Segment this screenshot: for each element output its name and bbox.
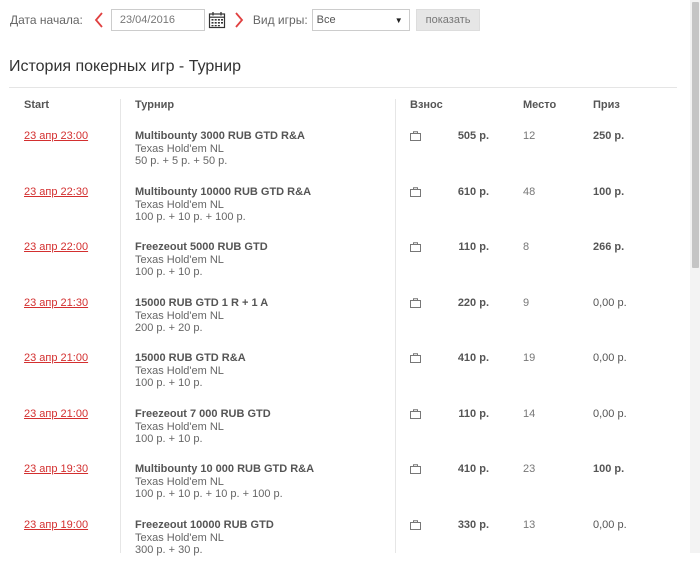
game-type-select[interactable]: Все ▼: [312, 9, 410, 31]
place-value: 14: [523, 408, 535, 420]
prize-amount: 266 р.: [593, 241, 624, 253]
buyin-amount: 505 р.: [436, 130, 489, 142]
game-type: Texas Hold'em NL: [135, 199, 224, 211]
start-date-label: Дата начала:: [10, 13, 83, 27]
fee-breakdown: 100 р. + 10 р.: [135, 266, 203, 278]
tournament-name: Multibounty 10000 RUB GTD R&A: [135, 186, 311, 198]
fee-breakdown: 100 р. + 10 р.: [135, 433, 203, 445]
game-type: Texas Hold'em NL: [135, 365, 224, 377]
table-row: 23 апр 21:00 15000 RUB GTD R&ATexas Hold'…: [0, 345, 690, 401]
buyin-bag-icon: [410, 520, 421, 530]
calendar-icon[interactable]: [207, 9, 227, 31]
table-row: 23 апр 21:00 Freezeout 7 000 RUB GTDTexas…: [0, 401, 690, 457]
game-type-value: Все: [317, 14, 336, 26]
fee-breakdown: 100 р. + 10 р. + 10 р. + 100 р.: [135, 488, 283, 500]
buyin-amount: 410 р.: [436, 463, 489, 475]
chevron-right-icon[interactable]: [229, 9, 249, 31]
place-value: 13: [523, 519, 535, 531]
column-header-start: Start: [24, 99, 49, 111]
tournament-name: 15000 RUB GTD 1 R + 1 A: [135, 297, 268, 309]
game-type: Texas Hold'em NL: [135, 143, 224, 155]
start-time-link[interactable]: 23 апр 22:30: [24, 186, 88, 198]
tournament-list: 23 апр 23:00 Multibounty 3000 RUB GTD R&A…: [0, 123, 690, 567]
buyin-amount: 330 р.: [436, 519, 489, 531]
fee-breakdown: 100 р. + 10 р.: [135, 377, 203, 389]
place-value: 9: [523, 297, 529, 309]
scrollbar-thumb[interactable]: [692, 2, 699, 268]
start-date-input[interactable]: [111, 9, 205, 31]
filter-bar: Дата начала: Вид игры: Все ▼ показать: [10, 8, 480, 32]
start-time-link[interactable]: 23 апр 21:00: [24, 352, 88, 364]
prize-amount: 0,00 р.: [593, 408, 627, 420]
title-divider: [9, 87, 677, 88]
column-header-buyin: Взнос: [410, 99, 443, 111]
tournament-name: Freezeout 7 000 RUB GTD: [135, 408, 271, 420]
table-row: 23 апр 19:00 Freezeout 10000 RUB GTDTexas…: [0, 512, 690, 567]
place-value: 8: [523, 241, 529, 253]
buyin-amount: 410 р.: [436, 352, 489, 364]
place-value: 12: [523, 130, 535, 142]
table-row: 23 апр 19:30 Multibounty 10 000 RUB GTD R…: [0, 456, 690, 512]
buyin-bag-icon: [410, 464, 421, 474]
prize-amount: 250 р.: [593, 130, 624, 142]
page-title: История покерных игр - Турнир: [9, 58, 241, 76]
buyin-amount: 220 р.: [436, 297, 489, 309]
buyin-amount: 610 р.: [436, 186, 489, 198]
buyin-amount: 110 р.: [436, 241, 489, 253]
game-type: Texas Hold'em NL: [135, 310, 224, 322]
tournament-name: Multibounty 10 000 RUB GTD R&A: [135, 463, 314, 475]
prize-amount: 0,00 р.: [593, 519, 627, 531]
table-row: 23 апр 21:30 15000 RUB GTD 1 R + 1 ATexas…: [0, 290, 690, 346]
game-type: Texas Hold'em NL: [135, 254, 224, 266]
show-button[interactable]: показать: [416, 9, 481, 31]
table-row: 23 апр 23:00 Multibounty 3000 RUB GTD R&A…: [0, 123, 690, 179]
start-time-link[interactable]: 23 апр 19:00: [24, 519, 88, 531]
chevron-left-icon[interactable]: [89, 9, 109, 31]
prize-amount: 100 р.: [593, 463, 624, 475]
prize-amount: 0,00 р.: [593, 352, 627, 364]
buyin-bag-icon: [410, 298, 421, 308]
fee-breakdown: 50 р. + 5 р. + 50 р.: [135, 155, 227, 167]
table-row: 23 апр 22:30 Multibounty 10000 RUB GTD R&…: [0, 179, 690, 235]
fee-breakdown: 200 р. + 20 р.: [135, 322, 203, 334]
game-type: Texas Hold'em NL: [135, 421, 224, 433]
table-header: Start Турнир Взнос Место Приз: [0, 99, 690, 113]
game-type: Texas Hold'em NL: [135, 476, 224, 488]
buyin-bag-icon: [410, 187, 421, 197]
column-header-prize: Приз: [593, 99, 620, 111]
tournament-name: Multibounty 3000 RUB GTD R&A: [135, 130, 305, 142]
start-time-link[interactable]: 23 апр 21:00: [24, 408, 88, 420]
start-time-link[interactable]: 23 апр 21:30: [24, 297, 88, 309]
tournament-name: Freezeout 10000 RUB GTD: [135, 519, 274, 531]
buyin-bag-icon: [410, 409, 421, 419]
place-value: 23: [523, 463, 535, 475]
buyin-bag-icon: [410, 353, 421, 363]
tournament-name: 15000 RUB GTD R&A: [135, 352, 246, 364]
table-row: 23 апр 22:00 Freezeout 5000 RUB GTDTexas …: [0, 234, 690, 290]
fee-breakdown: 300 р. + 30 р.: [135, 544, 203, 556]
buyin-bag-icon: [410, 131, 421, 141]
fee-breakdown: 100 р. + 10 р. + 100 р.: [135, 211, 246, 223]
tournament-name: Freezeout 5000 RUB GTD: [135, 241, 268, 253]
buyin-bag-icon: [410, 242, 421, 252]
start-time-link[interactable]: 23 апр 19:30: [24, 463, 88, 475]
place-value: 19: [523, 352, 535, 364]
prize-amount: 0,00 р.: [593, 297, 627, 309]
column-header-place: Место: [523, 99, 556, 111]
place-value: 48: [523, 186, 535, 198]
prize-amount: 100 р.: [593, 186, 624, 198]
game-type-label: Вид игры:: [253, 13, 308, 27]
game-type: Texas Hold'em NL: [135, 532, 224, 544]
chevron-down-icon: ▼: [395, 16, 403, 25]
buyin-amount: 110 р.: [436, 408, 489, 420]
start-time-link[interactable]: 23 апр 22:00: [24, 241, 88, 253]
start-time-link[interactable]: 23 апр 23:00: [24, 130, 88, 142]
column-header-tournament: Турнир: [135, 99, 174, 111]
